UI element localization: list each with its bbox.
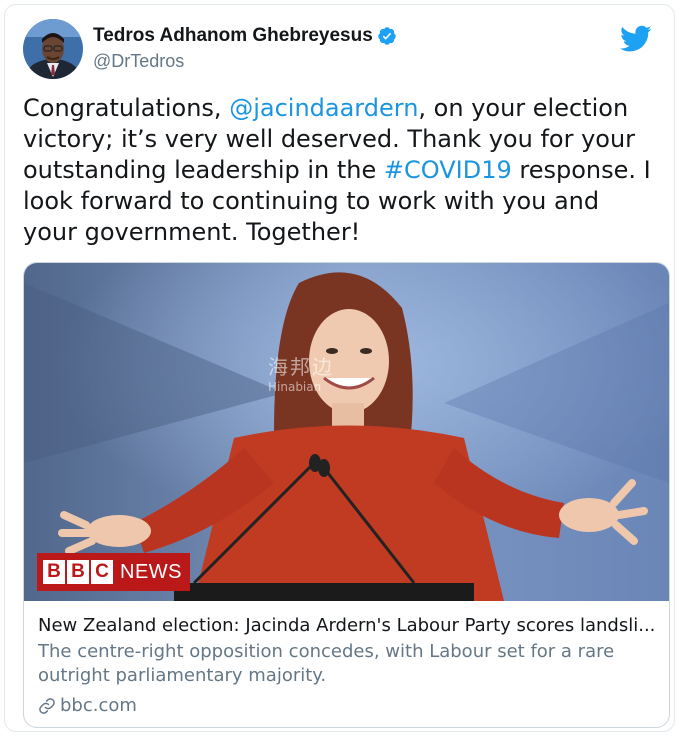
hashtag-link[interactable]: #COVID19: [384, 156, 512, 184]
card-image[interactable]: 海邦边 Hinabian B B C NEWS: [24, 263, 669, 601]
card-title[interactable]: New Zealand election: Jacinda Ardern's L…: [38, 614, 657, 638]
bbc-letter-b2: B: [67, 560, 89, 584]
bbc-news-logo: B B C NEWS: [37, 553, 190, 591]
author-name-row[interactable]: Tedros Adhanom Ghebreyesus: [93, 25, 397, 47]
mention-link[interactable]: @jacindaardern: [229, 94, 418, 122]
tweet-text-segment: Congratulations,: [23, 94, 230, 122]
author-display-name[interactable]: Tedros Adhanom Ghebreyesus: [93, 25, 373, 47]
card-description: The centre-right opposition concedes, wi…: [38, 641, 615, 686]
verified-badge-icon: [377, 26, 397, 46]
author-name-block: Tedros Adhanom Ghebreyesus @DrTedros: [93, 25, 397, 72]
image-watermark: 海邦边 Hinabian: [268, 351, 334, 394]
watermark-english: Hinabian: [268, 380, 322, 394]
card-domain-row[interactable]: bbc.com: [38, 694, 657, 718]
tweet-text: Congratulations, @jacindaardern, on your…: [23, 93, 660, 248]
card-domain[interactable]: bbc.com: [60, 694, 137, 718]
author-handle[interactable]: @DrTedros: [93, 51, 397, 72]
card-meta: New Zealand election: Jacinda Ardern's L…: [38, 614, 657, 718]
bbc-letter-b1: B: [43, 560, 65, 584]
tweet-card[interactable]: Tedros Adhanom Ghebreyesus @DrTedros Con…: [4, 4, 675, 732]
watermark-chinese: 海邦边: [268, 355, 334, 379]
bbc-letter-c: C: [91, 560, 113, 584]
bbc-news-label: NEWS: [120, 560, 182, 583]
twitter-bird-icon[interactable]: [620, 25, 652, 53]
tweet-header: Tedros Adhanom Ghebreyesus @DrTedros: [23, 19, 656, 83]
author-avatar[interactable]: [23, 19, 83, 79]
link-preview-card[interactable]: 海邦边 Hinabian B B C NEWS New Zealand elec…: [23, 262, 670, 728]
link-icon: [38, 697, 56, 715]
